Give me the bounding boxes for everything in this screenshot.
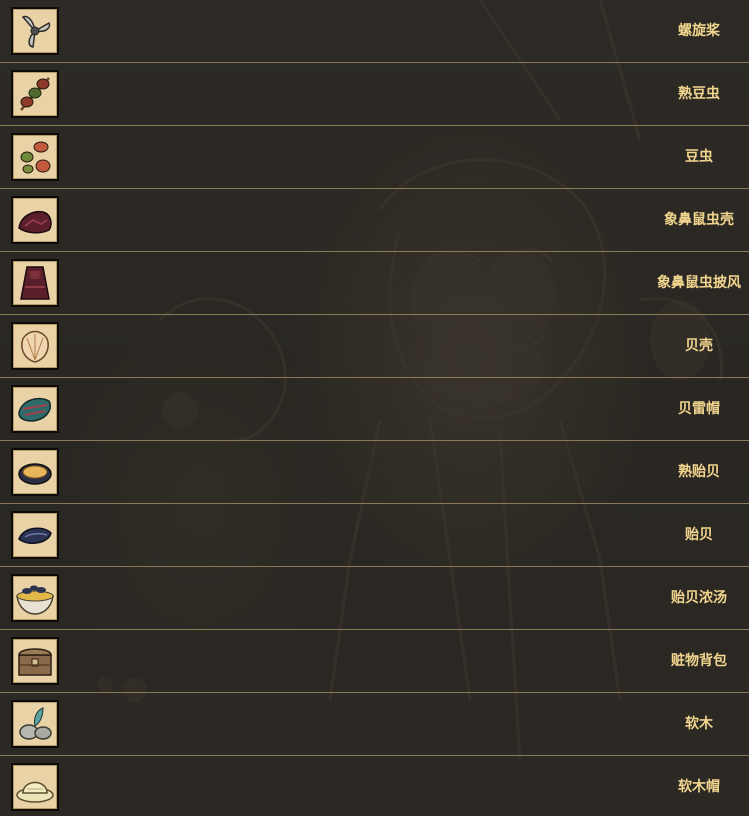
item-label[interactable]: 贻贝浓汤 (649, 567, 749, 629)
list-item[interactable]: 软木 (0, 693, 749, 756)
list-item[interactable]: 贻贝 (0, 504, 749, 567)
list-item[interactable]: 赃物背包 (0, 630, 749, 693)
treasure-chest-icon (11, 637, 59, 685)
item-label[interactable]: 贻贝 (649, 504, 749, 566)
list-item[interactable]: 豆虫 (0, 126, 749, 189)
seashell-icon (11, 322, 59, 370)
item-label[interactable]: 赃物背包 (649, 630, 749, 692)
item-label[interactable]: 软木 (649, 693, 749, 755)
item-label[interactable]: 软木帽 (649, 756, 749, 816)
list-item[interactable]: 熟豆虫 (0, 63, 749, 126)
item-label[interactable]: 贝雷帽 (649, 378, 749, 440)
item-label[interactable]: 熟豆虫 (649, 63, 749, 125)
list-item[interactable]: 贻贝浓汤 (0, 567, 749, 630)
list-item[interactable]: 贝壳 (0, 315, 749, 378)
bean-bug-icon (11, 133, 59, 181)
mussel-icon (11, 511, 59, 559)
item-label[interactable]: 豆虫 (649, 126, 749, 188)
item-label[interactable]: 象鼻鼠虫壳 (649, 189, 749, 251)
cork-hat-icon (11, 763, 59, 811)
list-item[interactable]: 软木帽 (0, 756, 749, 816)
list-item[interactable]: 螺旋桨 (0, 0, 749, 63)
cooked-bean-bug-icon (11, 70, 59, 118)
beret-icon (11, 385, 59, 433)
item-list: 螺旋桨 熟豆虫 豆虫 象鼻鼠虫壳 象鼻鼠虫披风 贝壳 贝雷帽 熟贻贝 贻贝 贻贝… (0, 0, 749, 816)
shell-piece-icon (11, 196, 59, 244)
list-item[interactable]: 熟贻贝 (0, 441, 749, 504)
item-label[interactable]: 象鼻鼠虫披风 (649, 252, 749, 314)
cloak-icon (11, 259, 59, 307)
list-item[interactable]: 象鼻鼠虫披风 (0, 252, 749, 315)
list-item[interactable]: 贝雷帽 (0, 378, 749, 441)
propeller-icon (11, 7, 59, 55)
item-label[interactable]: 熟贻贝 (649, 441, 749, 503)
item-list-page: 螺旋桨 熟豆虫 豆虫 象鼻鼠虫壳 象鼻鼠虫披风 贝壳 贝雷帽 熟贻贝 贻贝 贻贝… (0, 0, 749, 816)
list-item[interactable]: 象鼻鼠虫壳 (0, 189, 749, 252)
item-label[interactable]: 贝壳 (649, 315, 749, 377)
mussel-soup-icon (11, 574, 59, 622)
cooked-mussel-icon (11, 448, 59, 496)
item-label[interactable]: 螺旋桨 (649, 0, 749, 62)
cork-icon (11, 700, 59, 748)
